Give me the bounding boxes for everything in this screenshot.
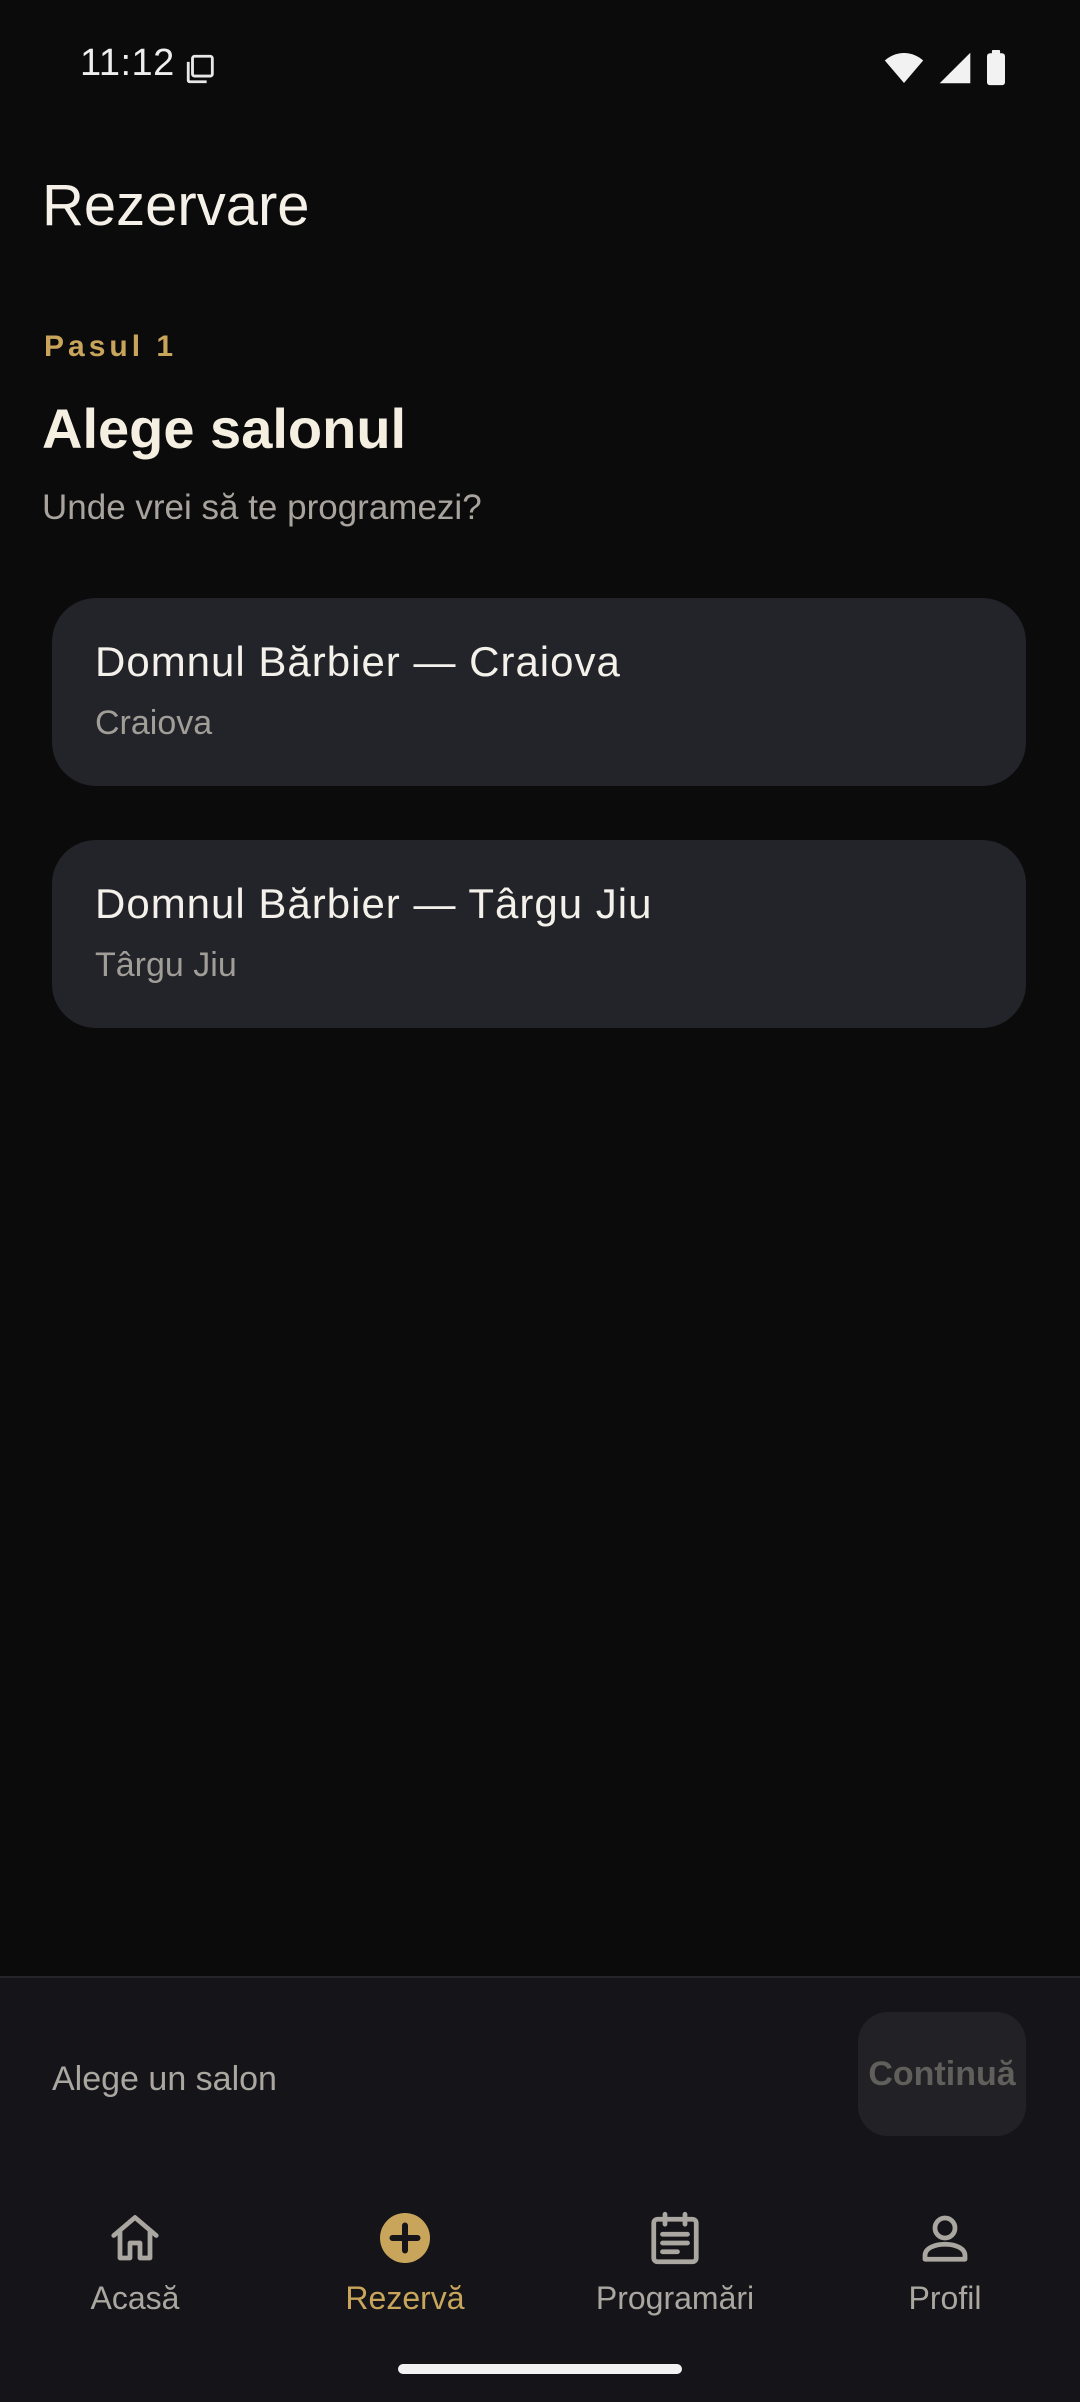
salon-name: Domnul Bărbier — Craiova [95,638,621,685]
nav-label: Rezervă [345,2280,465,2316]
section-subtitle: Unde vrei să te programezi? [42,488,482,527]
battery-icon [987,50,1005,86]
nav-label: Acasă [90,2280,180,2316]
salon-city: Craiova [95,704,213,742]
salon-list: Domnul Bărbier — Craiova Craiova Domnul … [52,598,1026,1082]
add-circle-icon [380,2213,430,2263]
signal-icon [939,52,971,84]
home-indicator[interactable] [398,2364,682,2374]
step-label: Pasul 1 [44,330,178,363]
salon-card-targu-jiu[interactable]: Domnul Bărbier — Târgu Jiu Târgu Jiu [52,840,1026,1028]
salon-name: Domnul Bărbier — Târgu Jiu [95,880,653,927]
page-title: Rezervare [42,173,310,238]
bottom-panel: Alege un salon Continuă Acasă Rezervă Pr… [0,1976,1080,2402]
nav-label: Profil [908,2280,982,2316]
salon-card-craiova[interactable]: Domnul Bărbier — Craiova Craiova [52,598,1026,786]
status-bar: 11:12 [0,0,1080,136]
sim-card-icon [186,54,214,84]
section-title: Alege salonul [42,397,407,460]
nav-label: Programări [595,2280,755,2316]
selection-hint: Alege un salon [52,2060,277,2098]
calendar-list-icon [651,2211,699,2265]
nav-item-home[interactable]: Acasă [0,2198,270,2338]
wifi-icon [884,53,924,83]
continue-button[interactable]: Continuă [858,2012,1026,2136]
nav-item-appointments[interactable]: Programări [540,2198,810,2338]
bottom-navigation: Acasă Rezervă Programări Profil [0,2198,1080,2338]
person-icon [922,2215,968,2262]
home-icon [111,2215,159,2261]
status-time: 11:12 [80,42,175,84]
nav-item-profile[interactable]: Profil [810,2198,1080,2338]
status-icons [884,50,1006,86]
nav-item-book[interactable]: Rezervă [270,2198,540,2338]
salon-city: Târgu Jiu [95,946,237,984]
